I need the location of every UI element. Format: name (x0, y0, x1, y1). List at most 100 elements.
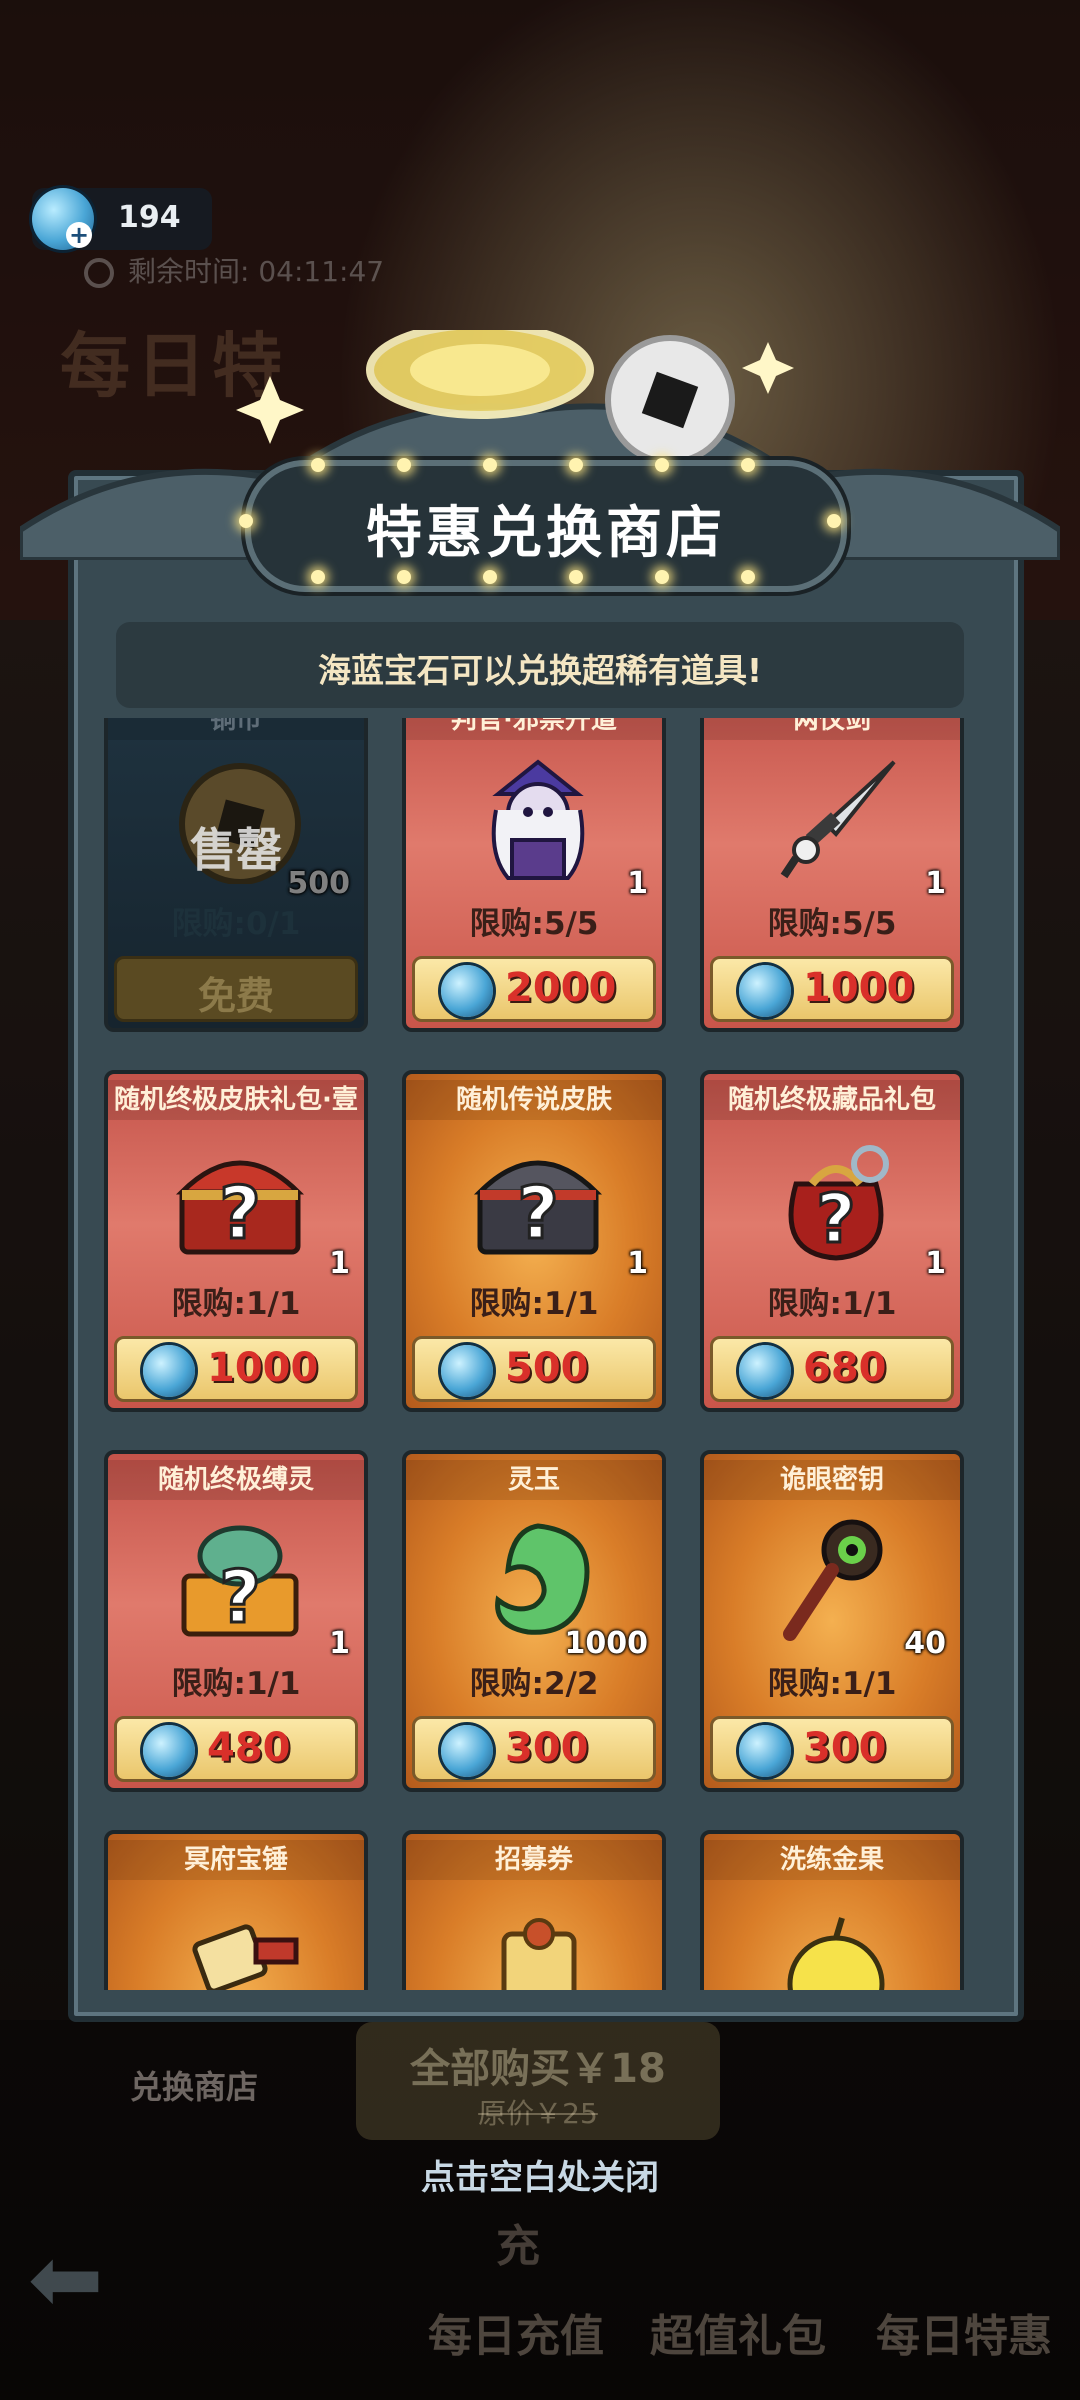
price-amount: 300 (505, 1725, 589, 1771)
bottom-navigation: 每日充值 超值礼包 每日特惠 (400, 2300, 1080, 2400)
purchase-limit: 限购:1/1 (767, 1666, 897, 1702)
sword-icon (780, 760, 896, 879)
gem-currency-icon (739, 1345, 791, 1397)
buy-button[interactable]: 1000 (114, 1336, 358, 1402)
price-amount: 1000 (207, 1345, 319, 1391)
item-name: 诡眼密钥 (704, 1460, 960, 1500)
gem-currency-icon (441, 1725, 493, 1777)
mystery-chest-dark-icon: ? (473, 1160, 603, 1257)
gem-currency-icon (441, 965, 493, 1017)
item-quantity: 1 (329, 1246, 350, 1281)
gem-count: 194 (118, 200, 181, 235)
purchase-limit: 限购:1/1 (171, 1666, 301, 1702)
price-amount: 300 (803, 1725, 887, 1771)
buy-button[interactable]: 500 (412, 1336, 656, 1402)
recruit-ticket-icon (501, 1918, 577, 1990)
buy-button[interactable]: 300 (412, 1716, 656, 1782)
nav-daily-recharge[interactable]: 每日充值 (428, 2300, 604, 2364)
back-arrow-icon[interactable]: ⬅ (28, 2235, 128, 2325)
shop-item[interactable]: 诡眼密钥 40 限购:1/1 300 (700, 1450, 964, 1792)
item-quantity: 1 (925, 866, 946, 901)
buy-button[interactable]: 1000 (710, 956, 954, 1022)
purchase-limit: 限购:0/1 (171, 906, 301, 942)
shop-item[interactable]: 随机终极皮肤礼包·壹 ? 1 限购:1/1 1000 (104, 1070, 368, 1412)
eye-key-icon (783, 1519, 883, 1641)
shop-item[interactable]: 铜币 售罄 500 限购:0/1 免费 (104, 718, 368, 1032)
item-quantity: 1 (627, 1246, 648, 1281)
item-quantity: 1 (925, 1246, 946, 1281)
price-amount: 免费 (197, 974, 274, 1018)
item-name: 洗练金果 (704, 1840, 960, 1880)
mystery-bag-icon: ? (788, 1145, 889, 1261)
original-price: 原价￥25 (478, 2097, 598, 2130)
item-name: 随机终极缚灵 (108, 1460, 364, 1500)
item-name: 随机终极皮肤礼包·壹 (108, 1080, 364, 1120)
purchase-limit: 限购:2/2 (469, 1666, 599, 1702)
shop-item[interactable]: 判官·邪祟开道 1 限购:5/5 2000 (402, 718, 666, 1032)
buy-button[interactable]: 300 (710, 1716, 954, 1782)
purchase-limit: 限购:5/5 (469, 906, 599, 942)
item-name: 随机传说皮肤 (406, 1080, 662, 1120)
hammer-icon (192, 1924, 299, 1990)
item-quantity: 1 (329, 1626, 350, 1661)
gem-currency-icon (739, 1725, 791, 1777)
mystery-chest-icon: ? (175, 1160, 305, 1257)
svg-text:?: ? (219, 1171, 261, 1255)
item-quantity: 1 (627, 866, 648, 901)
buy-button[interactable]: 680 (710, 1336, 954, 1402)
item-name: 铜币 (108, 718, 364, 740)
add-gem-icon[interactable]: + (66, 222, 92, 248)
recharge-badge-icon: 充 (496, 2221, 540, 2272)
purchase-limit: 限购:1/1 (767, 1286, 897, 1322)
nav-value-pack[interactable]: 超值礼包 (650, 2300, 826, 2364)
remaining-time-text: 剩余时间: 04:11:47 (128, 255, 385, 288)
shop-item[interactable]: 洗练金果 (700, 1830, 964, 1990)
item-quantity: 500 (287, 866, 350, 901)
shop-item[interactable]: 两仪剑 1 限购:5/5 1000 (700, 718, 964, 1032)
remaining-time: 剩余时间: 04:11:47 (84, 252, 464, 292)
buy-button[interactable]: 480 (114, 1716, 358, 1782)
jade-icon (495, 1523, 590, 1635)
nav-daily-deal[interactable]: 每日特惠 (876, 2300, 1052, 2364)
gem-currency-icon (143, 1345, 195, 1397)
svg-text:?: ? (219, 1555, 261, 1639)
subtitle-banner: 海蓝宝石可以兑换超稀有道具! (116, 622, 964, 708)
shop-item[interactable]: 随机传说皮肤 ? 1 限购:1/1 500 (402, 1070, 666, 1412)
dialog-title: 特惠兑换商店 (366, 501, 726, 566)
buy-all-label: 全部购买￥18 (410, 2046, 666, 2092)
price-amount: 480 (207, 1725, 291, 1771)
item-grid[interactable]: 铜币 售罄 500 限购:0/1 免费 判官·邪祟开道 1 限购:5/5 200… (100, 718, 980, 1990)
purchase-limit: 限购:1/1 (171, 1286, 301, 1322)
svg-text:?: ? (816, 1180, 855, 1259)
item-name: 判官·邪祟开道 (406, 718, 662, 740)
buy-button[interactable]: 2000 (412, 956, 656, 1022)
item-name: 冥府宝锤 (108, 1840, 364, 1880)
price-amount: 2000 (505, 965, 617, 1011)
shop-item[interactable]: 随机终极藏品礼包 ? 1 限购:1/1 680 (700, 1070, 964, 1412)
price-amount: 1000 (803, 965, 915, 1011)
shop-item[interactable]: 冥府宝锤 (104, 1830, 368, 1990)
exchange-shop-tab[interactable]: 兑换商店 (130, 2062, 258, 2108)
shop-item[interactable]: 招募券 (402, 1830, 666, 1990)
title-plate: 特惠兑换商店 (239, 458, 847, 592)
item-quantity: 1000 (564, 1626, 649, 1661)
golden-apple-icon (787, 1917, 885, 1990)
price-amount: 500 (505, 1345, 589, 1391)
purchase-limit: 限购:5/5 (767, 906, 897, 942)
price-amount: 680 (803, 1345, 887, 1391)
clock-icon (84, 258, 114, 288)
close-hint[interactable]: 点击空白处关闭 (0, 2150, 1080, 2199)
item-name: 两仪剑 (704, 718, 960, 740)
gem-currency-icon (739, 965, 791, 1017)
buy-all-button[interactable]: 全部购买￥18 原价￥25 (356, 2022, 720, 2140)
gem-currency-icon (441, 1345, 493, 1397)
free-claim-button[interactable]: 免费 (114, 956, 358, 1022)
shop-item[interactable]: 随机终极缚灵 ? 1 限购:1/1 480 (104, 1450, 368, 1792)
item-name: 招募券 (406, 1840, 662, 1880)
item-name: 灵玉 (406, 1460, 662, 1500)
item-quantity: 40 (904, 1626, 946, 1661)
mystery-spirit-chest-icon: ? (181, 1525, 299, 1641)
shop-item[interactable]: 灵玉 1000 限购:2/2 300 (402, 1450, 666, 1792)
item-name: 随机终极藏品礼包 (704, 1080, 960, 1120)
subtitle-text: 海蓝宝石可以兑换超稀有道具! (317, 651, 763, 690)
